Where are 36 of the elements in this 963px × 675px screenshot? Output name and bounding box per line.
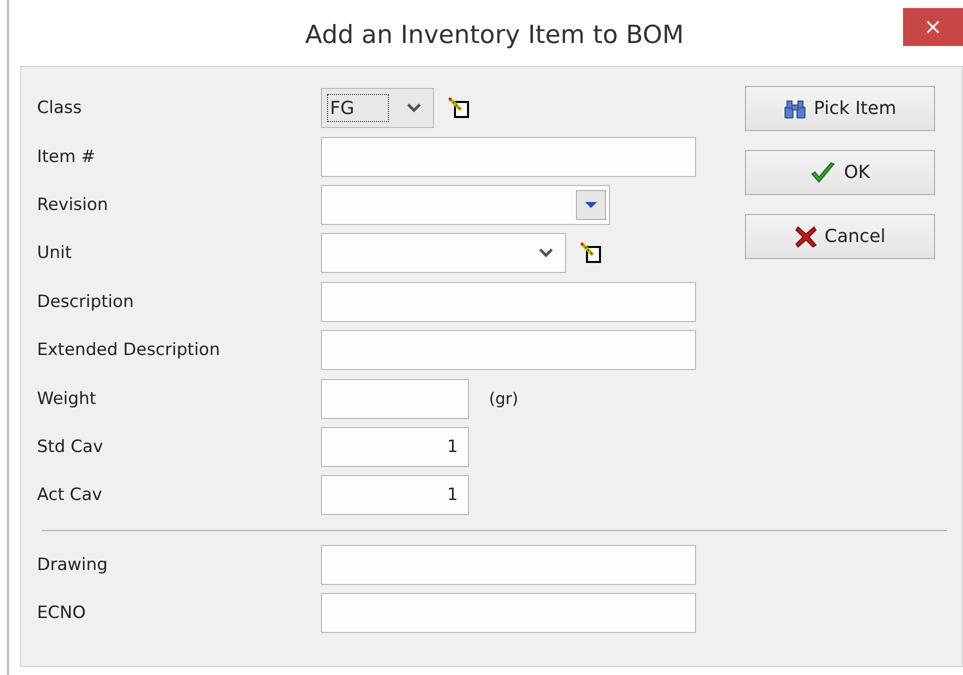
- input-field[interactable]: [321, 592, 696, 633]
- field-label: Class: [37, 98, 83, 118]
- combo-box[interactable]: [321, 233, 566, 274]
- edit-icon[interactable]: [448, 97, 470, 120]
- field-label: Act Cav: [37, 485, 104, 506]
- field-label: Weight: [37, 388, 98, 409]
- input-field[interactable]: 1: [321, 426, 469, 467]
- field-label: Unit: [37, 243, 73, 264]
- field-label: Description: [37, 292, 135, 312]
- edit-icon[interactable]: [580, 242, 602, 264]
- chevron-down-icon: [539, 248, 553, 258]
- field-label: Std Cav: [37, 436, 104, 457]
- close-button[interactable]: ×: [903, 8, 963, 46]
- dialog-button[interactable]: OK: [745, 150, 935, 195]
- unit-label: (gr): [489, 389, 518, 408]
- input-field[interactable]: [321, 330, 696, 370]
- window-title: Add an Inventory Item to BOM: [305, 20, 684, 49]
- x-mark-icon: [794, 226, 816, 248]
- input-field[interactable]: 1: [321, 475, 469, 516]
- dropdown-field[interactable]: [321, 184, 610, 225]
- combo-value: FG: [327, 94, 389, 122]
- input-field[interactable]: [321, 136, 696, 177]
- field-label: ECNO: [37, 602, 87, 623]
- input-field[interactable]: [321, 282, 696, 322]
- combo-box[interactable]: FG: [321, 88, 434, 128]
- dialog-button[interactable]: Pick Item: [745, 86, 935, 131]
- binoculars-icon: [784, 98, 806, 118]
- field-label: Revision: [37, 194, 110, 215]
- field-label: Drawing: [37, 554, 109, 575]
- chevron-down-icon: [407, 103, 421, 114]
- input-field[interactable]: [321, 544, 696, 585]
- dialog-button[interactable]: Cancel: [745, 214, 935, 259]
- checkmark-icon: [810, 162, 836, 184]
- input-field[interactable]: [321, 378, 469, 419]
- field-label: Extended Description: [37, 340, 221, 360]
- field-label: Item #: [37, 146, 96, 167]
